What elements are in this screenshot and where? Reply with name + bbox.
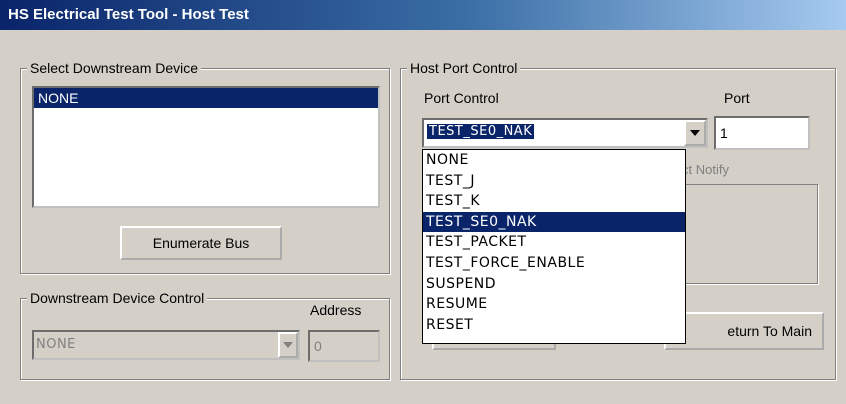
chevron-down-icon [283,342,293,348]
address-label: Address [310,302,362,318]
select-notify-label: ct Notify [682,162,729,177]
port-control-dropdown-list[interactable]: NONE TEST_J TEST_K TEST_SE0_NAK TEST_PAC… [422,149,686,344]
option-reset[interactable]: RESET [423,315,685,336]
select-downstream-device-legend: Select Downstream Device [27,59,202,77]
window-title: HS Electrical Test Tool - Host Test [8,6,249,23]
option-suspend[interactable]: SUSPEND [423,274,685,295]
option-test-force-enable[interactable]: TEST_FORCE_ENABLE [423,253,685,274]
port-label: Port [724,90,750,106]
list-item[interactable]: NONE [34,88,378,108]
option-test-packet[interactable]: TEST_PACKET [423,232,685,253]
address-field: 0 [308,330,380,362]
downstream-device-list[interactable]: NONE [32,86,380,208]
return-to-main-button[interactable]: eturn To Main [664,312,824,350]
chevron-down-icon [690,130,700,136]
option-test-k[interactable]: TEST_K [423,191,685,212]
title-bar: HS Electrical Test Tool - Host Test [0,0,846,30]
downstream-device-combo: NONE [32,330,300,360]
return-to-main-label: eturn To Main [727,323,812,339]
downstream-device-value: NONE [36,337,76,352]
option-resume[interactable]: RESUME [423,294,685,315]
port-field[interactable]: 1 [714,116,810,150]
option-none[interactable]: NONE [423,150,685,171]
port-control-label: Port Control [424,90,499,106]
option-test-j[interactable]: TEST_J [423,171,685,192]
port-control-combo[interactable]: TEST_SE0_NAK [422,118,708,148]
port-control-dropdown-button[interactable] [684,120,706,146]
host-port-control-legend: Host Port Control [407,59,521,77]
port-control-value: TEST_SE0_NAK [427,124,535,139]
downstream-device-control-legend: Downstream Device Control [27,289,208,307]
notify-panel [676,184,818,284]
downstream-device-dropdown-button [278,332,298,358]
option-test-se0-nak[interactable]: TEST_SE0_NAK [423,211,685,233]
enumerate-bus-button[interactable]: Enumerate Bus [120,226,282,260]
